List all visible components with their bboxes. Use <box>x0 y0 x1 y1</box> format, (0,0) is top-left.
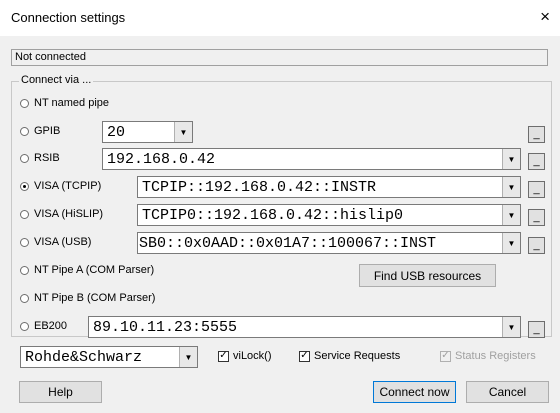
chevron-down-icon[interactable]: ▼ <box>502 317 520 337</box>
service-requests-checkbox[interactable]: ✓ Service Requests <box>299 350 400 362</box>
visa-hislip-resource-value: TCPIP0::192.168.0.42::hislip0 <box>142 207 404 224</box>
visa-hislip-small-button[interactable]: _ <box>528 209 545 226</box>
visa-tcpip-resource-value: TCPIP::192.168.0.42::INSTR <box>142 179 377 196</box>
radio-label: VISA (TCPIP) <box>34 180 102 192</box>
radio-indicator[interactable] <box>20 237 29 247</box>
radio-visa-usb[interactable]: VISA (USB) <box>20 236 91 248</box>
radio-label: VISA (HiSLIP) <box>34 208 104 220</box>
radio-label: GPIB <box>34 125 61 137</box>
chevron-down-icon[interactable]: ▼ <box>174 122 192 142</box>
gpib-address-value: 20 <box>107 124 126 141</box>
radio-indicator[interactable] <box>20 321 29 331</box>
visa-usb-resource-value: SB0::0x0AAD::0x01A7::100067::INST <box>139 235 437 252</box>
rsib-small-button[interactable]: _ <box>528 153 545 170</box>
radio-visa-tcpip[interactable]: VISA (TCPIP) <box>20 180 101 192</box>
cancel-button[interactable]: Cancel <box>466 381 549 403</box>
visa-tcpip-resource-select[interactable]: TCPIP::192.168.0.42::INSTR ▼ <box>137 176 521 198</box>
radio-gpib[interactable]: GPIB <box>20 125 60 137</box>
window-title: Connection settings <box>11 10 126 25</box>
radio-label: NT Pipe A (COM Parser) <box>34 264 155 276</box>
radio-eb200[interactable]: EB200 <box>20 320 67 332</box>
status-text: Not connected <box>15 51 86 63</box>
group-label: Connect via ... <box>19 74 94 86</box>
radio-nt-named-pipe[interactable]: NT named pipe <box>20 97 109 109</box>
radio-nt-pipe-a[interactable]: NT Pipe A (COM Parser) <box>20 264 154 276</box>
visa-tcpip-small-button[interactable]: _ <box>528 181 545 198</box>
radio-indicator[interactable] <box>20 98 29 108</box>
help-button[interactable]: Help <box>19 381 102 403</box>
gpib-address-select[interactable]: 20 ▼ <box>102 121 193 143</box>
radio-visa-hislip[interactable]: VISA (HiSLIP) <box>20 208 103 220</box>
visa-usb-small-button[interactable]: _ <box>528 237 545 254</box>
radio-indicator[interactable] <box>20 209 29 219</box>
find-usb-resources-button[interactable]: Find USB resources <box>359 264 496 287</box>
radio-label: RSIB <box>34 152 60 164</box>
radio-indicator[interactable] <box>20 153 29 163</box>
radio-nt-pipe-b[interactable]: NT Pipe B (COM Parser) <box>20 292 155 304</box>
radio-indicator[interactable] <box>20 265 29 275</box>
radio-label: EB200 <box>34 320 68 332</box>
gpib-small-button[interactable]: _ <box>528 126 545 143</box>
chevron-down-icon[interactable]: ▼ <box>502 177 520 197</box>
radio-rsib[interactable]: RSIB <box>20 152 60 164</box>
connect-now-button[interactable]: Connect now <box>373 381 456 403</box>
chevron-down-icon[interactable]: ▼ <box>179 347 197 367</box>
close-icon[interactable]: × <box>540 7 550 27</box>
rsib-address-value: 192.168.0.42 <box>107 151 216 168</box>
checkbox-label: Service Requests <box>314 350 401 362</box>
check-icon[interactable]: ✓ <box>218 350 229 362</box>
eb200-address-value: 89.10.11.23:5555 <box>93 319 238 336</box>
radio-label: VISA (USB) <box>34 236 92 248</box>
visa-hislip-resource-select[interactable]: TCPIP0::192.168.0.42::hislip0 ▼ <box>137 204 521 226</box>
title-bar: Connection settings × <box>0 0 560 36</box>
radio-label: NT named pipe <box>34 97 110 109</box>
chevron-down-icon[interactable]: ▼ <box>502 205 520 225</box>
chevron-down-icon[interactable]: ▼ <box>502 233 520 253</box>
vendor-select[interactable]: Rohde&Schwarz ▼ <box>20 346 198 368</box>
check-icon: ✓ <box>440 350 451 362</box>
vilock-checkbox[interactable]: ✓ viLock() <box>218 350 272 362</box>
checkbox-label: Status Registers <box>455 350 536 362</box>
status-field: Not connected <box>11 49 548 66</box>
check-icon[interactable]: ✓ <box>299 350 310 362</box>
eb200-address-select[interactable]: 89.10.11.23:5555 ▼ <box>88 316 521 338</box>
radio-indicator[interactable] <box>20 293 29 303</box>
eb200-small-button[interactable]: _ <box>528 321 545 338</box>
radio-indicator[interactable] <box>20 126 29 136</box>
vendor-value: Rohde&Schwarz <box>25 349 143 366</box>
rsib-address-select[interactable]: 192.168.0.42 ▼ <box>102 148 521 170</box>
visa-usb-resource-select[interactable]: SB0::0x0AAD::0x01A7::100067::INST ▼ <box>137 232 521 254</box>
chevron-down-icon[interactable]: ▼ <box>502 149 520 169</box>
status-registers-checkbox: ✓ Status Registers <box>440 350 536 362</box>
radio-indicator[interactable] <box>20 181 29 191</box>
radio-label: NT Pipe B (COM Parser) <box>34 292 156 304</box>
checkbox-label: viLock() <box>233 350 272 362</box>
